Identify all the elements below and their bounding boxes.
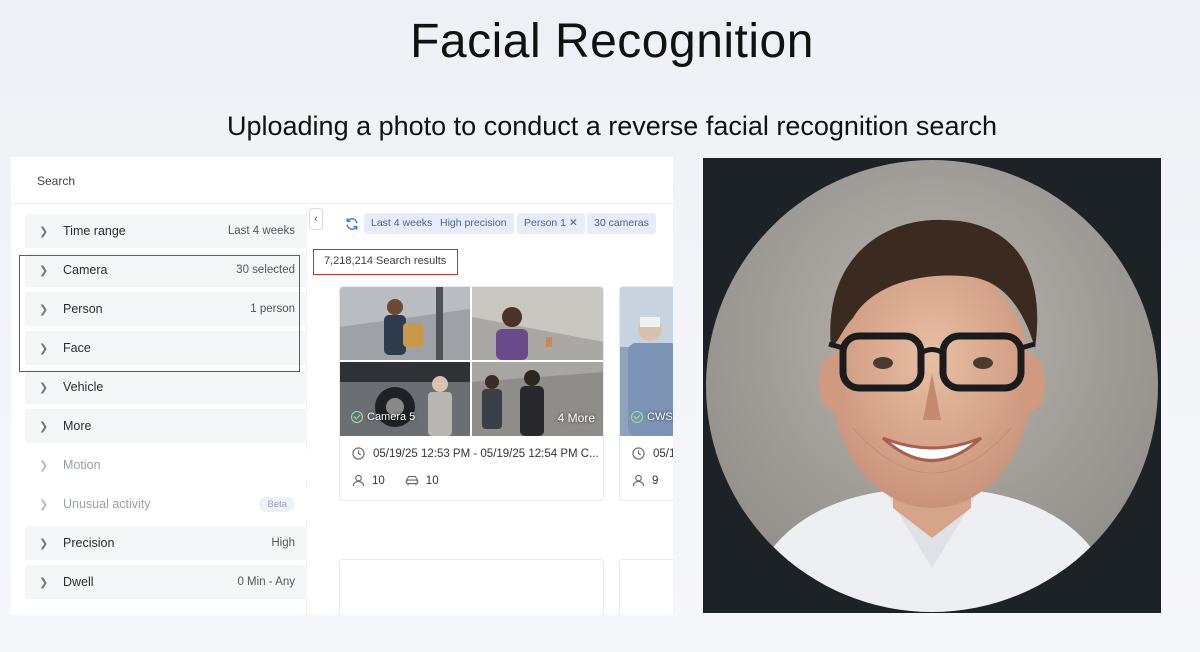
beta-badge: Beta xyxy=(259,496,295,512)
thumbnail-grid: Camera 5 4 More xyxy=(340,287,603,436)
clock-icon xyxy=(352,447,365,460)
uploaded-photo xyxy=(703,158,1161,613)
result-card-loading[interactable] xyxy=(619,559,673,614)
more-cameras-label: 4 More xyxy=(557,411,595,425)
refresh-icon[interactable] xyxy=(345,217,359,231)
result-card[interactable]: Camera 5 4 More 05/19/25 12:53 PM - 05/1… xyxy=(339,286,604,501)
filter-vehicle[interactable]: ❯ Vehicle xyxy=(25,370,307,404)
result-card[interactable]: CWSA - 05/19, 9 xyxy=(619,286,673,501)
filter-more[interactable]: ❯ More xyxy=(25,409,307,443)
result-card-loading[interactable] xyxy=(339,559,604,614)
filter-precision[interactable]: ❯ Precision High xyxy=(25,526,307,560)
chevron-right-icon: ❯ xyxy=(39,459,49,472)
card-counts: 10 10 xyxy=(352,474,459,487)
highlight-box-filters xyxy=(19,255,300,372)
filter-value: Last 4 weeks xyxy=(227,225,295,237)
people-count: 10 xyxy=(372,474,385,487)
person-icon xyxy=(632,474,645,487)
chevron-right-icon: ❯ xyxy=(39,576,49,589)
thumbnail xyxy=(340,287,470,360)
car-icon xyxy=(405,476,419,486)
chip-precision[interactable]: High precision xyxy=(433,213,514,234)
chip-time-range[interactable]: Last 4 weeks xyxy=(364,213,440,234)
chevron-right-icon: ❯ xyxy=(39,381,49,394)
results-area: ‹ Last 4 weeks High precision Person 1 ✕… xyxy=(308,204,673,614)
filter-dwell[interactable]: ❯ Dwell 0 Min - Any xyxy=(25,565,307,599)
collapse-sidebar-button[interactable]: ‹ xyxy=(309,208,323,230)
chevron-right-icon: ❯ xyxy=(39,498,49,511)
filter-label: Time range xyxy=(63,224,126,238)
camera-label: CWSA - xyxy=(631,411,673,423)
chip-person[interactable]: Person 1 ✕ xyxy=(517,213,585,234)
person-icon xyxy=(352,474,365,487)
filter-motion: ❯ Motion xyxy=(25,448,307,482)
filter-time-range[interactable]: ❯ Time range Last 4 weeks xyxy=(25,214,307,248)
thumbnail xyxy=(340,362,470,436)
chevron-right-icon: ❯ xyxy=(39,420,49,433)
filter-label: Precision xyxy=(63,536,115,550)
card-time-range: 05/19/25 12:53 PM - 05/19/25 12:54 PM C.… xyxy=(352,447,599,460)
filter-label: Vehicle xyxy=(63,380,104,394)
people-count: 9 xyxy=(652,474,659,487)
chip-cameras[interactable]: 30 cameras xyxy=(587,213,656,234)
chevron-right-icon: ❯ xyxy=(39,225,49,238)
filter-label: More xyxy=(63,419,92,433)
slide-title: Facial Recognition xyxy=(410,15,814,68)
app-header: Search xyxy=(11,157,673,204)
filter-label: Dwell xyxy=(63,575,94,589)
filter-unusual-activity: ❯ Unusual activity Beta xyxy=(25,487,307,521)
slide-subtitle: Uploading a photo to conduct a reverse f… xyxy=(227,111,997,141)
check-circle-icon xyxy=(351,411,363,423)
filter-value: High xyxy=(271,537,295,549)
filter-value: 0 Min - Any xyxy=(237,576,295,588)
search-app-panel: Search ❯ Time range Last 4 weeks ❯ Camer… xyxy=(11,157,673,614)
card-counts: 9 xyxy=(632,474,673,487)
filter-label: Unusual activity xyxy=(63,497,151,511)
thumbnail xyxy=(472,287,603,360)
results-count: 7,218,214 Search results xyxy=(313,249,458,275)
clock-icon xyxy=(632,447,645,460)
vehicle-count: 10 xyxy=(425,474,439,487)
chevron-right-icon: ❯ xyxy=(39,537,49,550)
camera-label: Camera 5 xyxy=(351,411,415,423)
filter-label: Motion xyxy=(63,458,101,472)
card-time-range: 05/19, xyxy=(632,447,673,460)
filter-sidebar: ❯ Time range Last 4 weeks ❯ Camera 30 se… xyxy=(11,204,307,614)
check-circle-icon xyxy=(631,411,643,423)
